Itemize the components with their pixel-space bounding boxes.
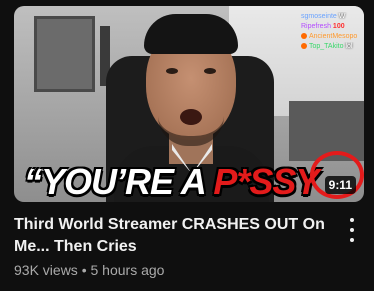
thumbnail-chat-overlay: sgmoseinte W Ripefresh 100 AncientMesopo… [301, 12, 363, 52]
video-duration-badge: 9:11 [324, 176, 356, 194]
chat-line: Top_TAkito lol [301, 42, 363, 52]
thumbnail-caption-white: “YOU’RE A [24, 161, 205, 202]
chat-badge-icon [301, 43, 307, 50]
thumbnail-caption-red: P*SSY [213, 161, 319, 202]
chat-username: Ripefresh [301, 23, 331, 30]
chat-message: W [338, 13, 346, 20]
thumbnail-person-mouth [180, 109, 202, 125]
kebab-dot [350, 218, 354, 222]
view-count: 93K views [14, 262, 78, 278]
chat-badge-icon [301, 33, 307, 40]
kebab-dot [350, 238, 354, 242]
more-vertical-icon[interactable] [344, 218, 360, 242]
chat-username: AncientMesopo [309, 33, 358, 40]
thumbnail-person-hair [144, 14, 238, 54]
chat-username: sgmoseinte [301, 13, 337, 20]
video-card[interactable]: sgmoseinte W Ripefresh 100 AncientMesopo… [0, 0, 374, 291]
kebab-dot [350, 228, 354, 232]
video-title[interactable]: Third World Streamer CRASHES OUT On Me..… [14, 214, 334, 258]
chat-username: Top_TAkito [309, 43, 344, 50]
meta-separator: • [81, 262, 87, 278]
chat-line: sgmoseinte W [301, 12, 363, 22]
thumbnail-person-eye-left [166, 68, 178, 74]
upload-age: 5 hours ago [90, 262, 165, 278]
chat-line: AncientMesopo [301, 32, 363, 42]
thumbnail-background-frame [34, 16, 95, 92]
video-metadata: 93K views • 5 hours ago [14, 262, 164, 278]
thumbnail-person-eye-right [204, 68, 216, 74]
chat-line: Ripefresh 100 [301, 22, 363, 32]
video-thumbnail[interactable]: sgmoseinte W Ripefresh 100 AncientMesopo… [14, 6, 364, 202]
chat-message: lol [345, 43, 353, 50]
chat-emote-100: 100 [332, 23, 345, 30]
